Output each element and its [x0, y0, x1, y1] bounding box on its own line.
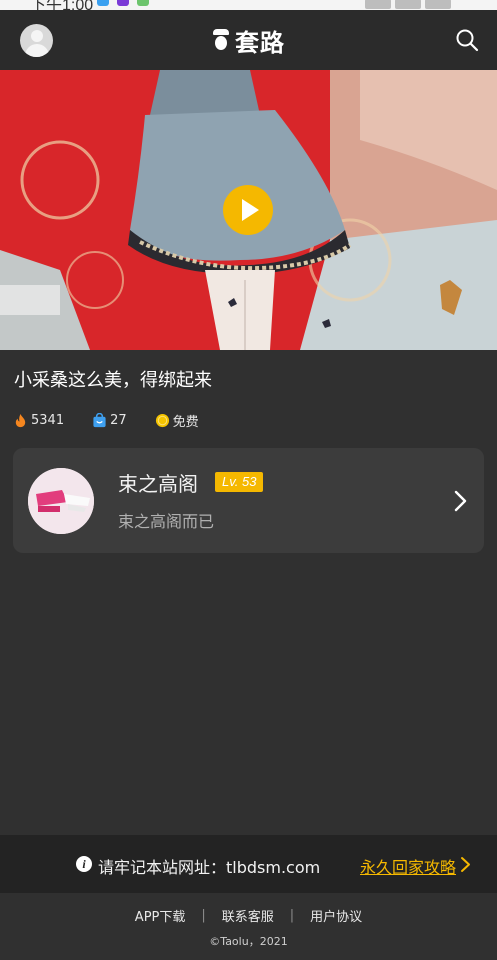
author-avatar[interactable] [28, 468, 94, 534]
author-name: 束之高阁 [118, 472, 198, 496]
video-player[interactable] [0, 70, 497, 350]
footer-separator: | [289, 908, 295, 923]
site-notice-bar: i 请牢记本站网址：tlbdsm.com 永久回家攻略 [0, 835, 497, 893]
views-stat: 5341 [13, 413, 64, 428]
bag-icon [93, 412, 106, 427]
app-notification-icon [137, 0, 149, 6]
level-badge: Lv. 53 [215, 472, 264, 492]
footer-separator: | [201, 908, 206, 923]
app-title: 套路 [235, 28, 285, 57]
author-card[interactable]: 束之高阁 Lv. 53 束之高阁而已 [13, 448, 484, 553]
brand: 套路 [0, 10, 497, 70]
chevron-right-icon[interactable] [460, 856, 472, 873]
video-stats: 5341 27 免费 [13, 409, 227, 431]
signal-battery-icons [361, 0, 481, 9]
user-avatar-icon[interactable] [20, 24, 53, 57]
price-stat: 免费 [155, 411, 199, 430]
author-bio: 束之高阁而已 [118, 512, 215, 531]
views-count: 5341 [31, 412, 65, 428]
favorites-count: 27 [110, 412, 127, 428]
copyright: ©Taolu，2021 [209, 935, 288, 948]
app-notification-icon [97, 0, 109, 6]
status-bar: 下午1:00 [0, 0, 497, 10]
user-agreement-link[interactable]: 用户协议 [310, 906, 362, 925]
play-icon[interactable] [223, 185, 273, 235]
info-icon: i [76, 856, 92, 872]
flame-icon [15, 413, 26, 427]
footer-links: APP下载 | 联系客服 | 用户协议 [0, 906, 497, 925]
coin-icon [155, 413, 169, 427]
monkey-logo-icon [212, 29, 230, 51]
video-title: 小采桑这么美，得绑起来 [14, 370, 212, 391]
notice-text: 请牢记本站网址：tlbdsm.com [98, 858, 321, 877]
app-notification-icon [117, 0, 129, 6]
favorites-stat: 27 [92, 412, 127, 428]
author-avatar-image [28, 468, 94, 534]
price-label: 免费 [172, 414, 199, 430]
permanent-home-link[interactable]: 永久回家攻略 [360, 854, 456, 878]
app-download-link[interactable]: APP下载 [135, 906, 186, 925]
status-time: 下午1:00 [30, 0, 94, 10]
customer-service-link[interactable]: 联系客服 [222, 906, 274, 925]
chevron-right-icon[interactable] [454, 490, 468, 512]
search-icon[interactable] [455, 28, 479, 52]
top-header: 套路 [0, 10, 497, 70]
footer: APP下载 | 联系客服 | 用户协议 ©Taolu，2021 [0, 893, 497, 960]
